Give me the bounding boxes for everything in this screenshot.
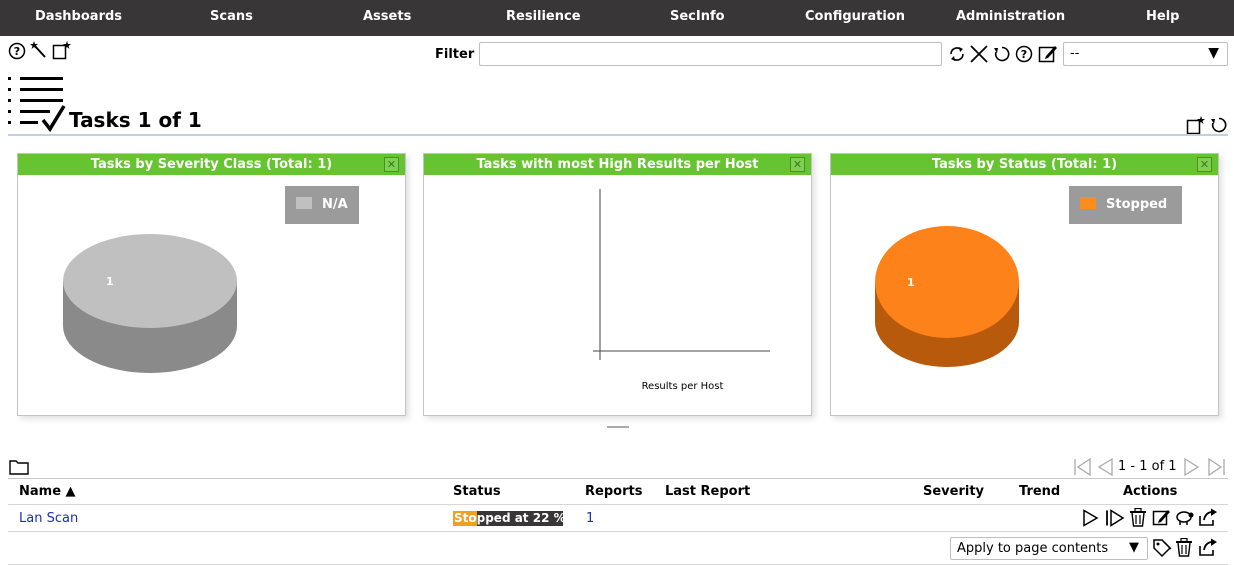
legend-swatch [296,197,312,209]
column-header-status[interactable]: Status [453,484,501,499]
next-page-icon[interactable] [1183,457,1201,477]
close-icon[interactable]: ✕ [790,157,805,172]
new-dashboard-item-icon[interactable] [1186,115,1206,135]
pie-slice-na[interactable] [63,234,237,328]
nav-administration[interactable]: Administration [956,9,1065,24]
row-divider [8,531,1228,532]
bulk-trashcan-icon[interactable] [1175,538,1193,557]
nav-scans[interactable]: Scans [210,9,253,24]
column-header-actions: Actions [1123,484,1178,499]
column-header-last-report[interactable]: Last Report [665,484,750,499]
panel-title: Tasks by Severity Class (Total: 1) [90,157,333,172]
title-divider [8,134,1228,136]
panel-status: Tasks by Status (Total: 1) ✕ Stopped 1 [830,153,1219,416]
legend-stopped[interactable]: Stopped [1069,186,1183,224]
pie-slice-label: 1 [106,275,114,288]
bulk-apply-label: Apply to page contents [957,541,1109,556]
nav-resilience[interactable]: Resilience [506,9,581,24]
table-top-divider [8,478,1228,479]
clone-icon[interactable] [1175,509,1195,527]
severity-pie-chart: 1 [63,234,237,373]
legend-swatch [1080,197,1096,209]
top-nav: Dashboards Scans Assets Resilience SecIn… [0,0,1234,36]
panel-high-results-per-host: Tasks with most High Results per Host ✕ … [423,153,812,416]
close-icon[interactable]: ✕ [1197,157,1212,172]
reset-dashboard-icon[interactable] [1210,116,1228,134]
reports-count-link[interactable]: 1 [586,511,594,526]
panel-severity-class: Tasks by Severity Class (Total: 1) ✕ N/A… [17,153,406,416]
filter-select[interactable]: -- ▼ [1063,42,1228,66]
status-label: Stopped at 22 % [454,511,563,525]
legend-label: Stopped [1106,197,1168,212]
edit-filter-icon[interactable] [1038,44,1058,64]
chevron-down-icon: ▼ [1129,540,1139,555]
legend-na[interactable]: N/A [285,186,359,224]
edit-icon[interactable] [1152,508,1171,527]
filter-label: Filter [435,47,475,62]
filter-select-value: -- [1070,46,1080,61]
new-task-icon[interactable] [52,40,72,60]
start-icon[interactable] [1081,509,1099,527]
status-progress-bar[interactable]: Stopped at 22 % [453,511,563,526]
first-page-icon[interactable] [1073,457,1093,477]
panel-header: Tasks by Status (Total: 1) ✕ [831,154,1218,175]
folder-icon[interactable] [9,458,29,475]
svg-text:?: ? [1021,48,1027,61]
page-title: Tasks 1 of 1 [69,108,202,132]
wizard-icon[interactable] [30,40,48,60]
panel-header: Tasks by Severity Class (Total: 1) ✕ [18,154,405,175]
chevron-down-icon: ▼ [1208,45,1219,61]
svg-text:?: ? [14,45,20,58]
clear-filter-icon[interactable] [969,44,989,64]
column-header-severity[interactable]: Severity [923,484,984,499]
trashcan-icon[interactable] [1129,508,1147,527]
x-axis-label: Results per Host [641,381,724,392]
nav-assets[interactable]: Assets [363,9,411,24]
panel-title: Tasks with most High Results per Host [476,157,759,172]
export-icon[interactable] [1198,508,1218,527]
column-header-trend[interactable]: Trend [1019,484,1060,499]
refresh-filter-icon[interactable] [948,45,966,63]
pie-slice-label: 1 [907,276,915,289]
close-icon[interactable]: ✕ [384,157,399,172]
status-pie-chart: 1 [875,226,1019,367]
help-icon[interactable]: ? [8,42,26,60]
bulk-apply-select[interactable]: Apply to page contents ▼ [950,537,1148,560]
legend-label: N/A [322,197,348,212]
reset-filter-icon[interactable] [993,45,1011,63]
filter-input[interactable] [479,42,942,66]
bulk-export-icon[interactable] [1198,538,1218,557]
pagination-label: 1 - 1 of 1 [1118,459,1177,474]
header-divider [8,504,1228,505]
task-list-icon [8,77,66,133]
nav-configuration[interactable]: Configuration [805,9,905,24]
pie-slice-stopped[interactable] [875,226,1019,338]
task-name-link[interactable]: Lan Scan [19,511,78,526]
nav-dashboards[interactable]: Dashboards [35,9,122,24]
column-header-reports[interactable]: Reports [585,484,642,499]
high-results-bar-chart [593,189,770,360]
pagination: 1 - 1 of 1 [1073,457,1228,477]
resume-icon[interactable] [1105,509,1125,527]
nav-secinfo[interactable]: SecInfo [670,9,725,24]
tag-icon[interactable] [1152,538,1172,558]
last-page-icon[interactable] [1206,457,1226,477]
panel-title: Tasks by Status (Total: 1) [931,157,1118,172]
previous-page-icon[interactable] [1096,457,1114,477]
nav-help[interactable]: Help [1146,9,1179,24]
panel-header: Tasks with most High Results per Host ✕ [424,154,811,175]
filter-help-icon[interactable]: ? [1015,45,1033,63]
column-header-name[interactable]: Name ▲ [19,484,76,499]
dashboard-resize-handle[interactable] [607,426,629,428]
